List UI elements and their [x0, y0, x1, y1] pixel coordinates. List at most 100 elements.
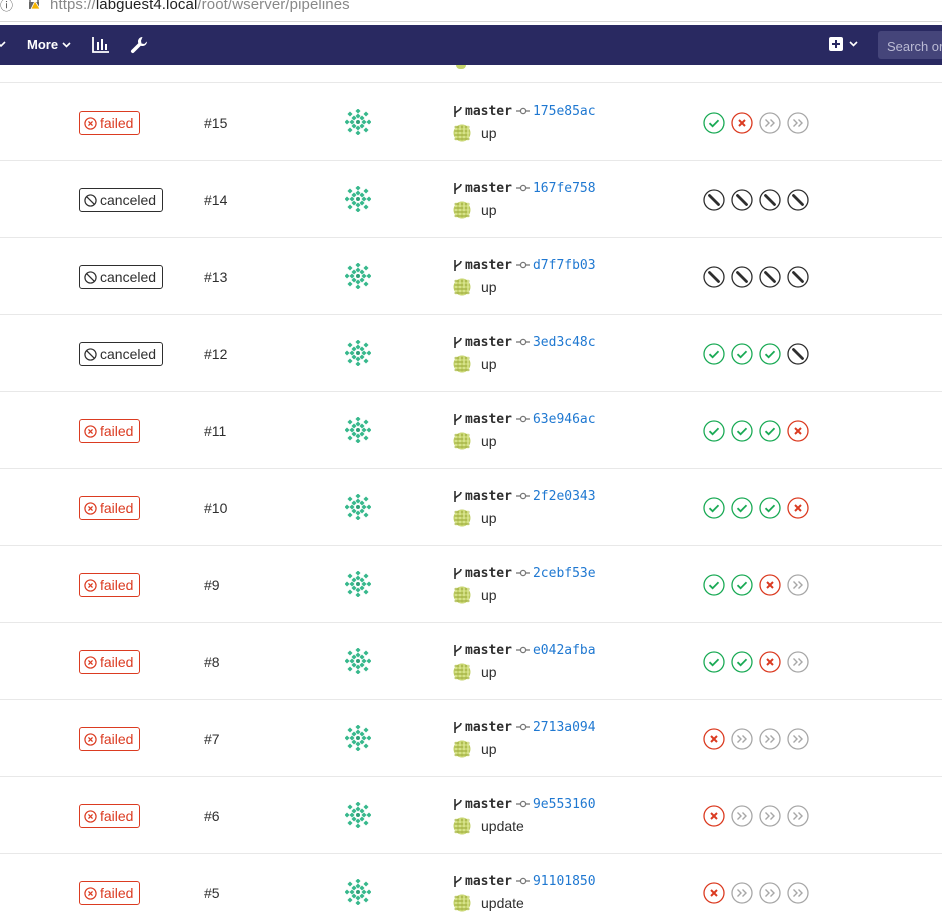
pipeline-id-link[interactable]: #11: [204, 423, 226, 439]
stage-success-icon[interactable]: [759, 420, 781, 442]
site-info-icon[interactable]: ⓘ: [0, 0, 13, 14]
pipeline-id-link[interactable]: #14: [204, 192, 227, 208]
triggerer-avatar[interactable]: [345, 340, 371, 366]
commit-author-avatar[interactable]: [453, 278, 471, 296]
commit-message-link[interactable]: up: [481, 510, 497, 526]
branch-name-link[interactable]: master: [465, 489, 512, 504]
stage-canceled-icon[interactable]: [787, 266, 809, 288]
stage-success-icon[interactable]: [731, 651, 753, 673]
commit-sha-link[interactable]: 3ed3c48c: [533, 335, 596, 350]
stage-failed-icon[interactable]: [703, 728, 725, 750]
commit-message-link[interactable]: update: [481, 895, 524, 911]
commit-author-avatar[interactable]: [453, 663, 471, 681]
commit-message-link[interactable]: up: [481, 433, 497, 449]
stage-skipped-icon[interactable]: [759, 728, 781, 750]
branch-name-link[interactable]: master: [465, 643, 512, 658]
pipeline-id-link[interactable]: #12: [204, 346, 227, 362]
branch-name-link[interactable]: master: [465, 566, 512, 581]
stage-canceled-icon[interactable]: [787, 343, 809, 365]
activity-chart-icon[interactable]: [92, 36, 110, 53]
stage-skipped-icon[interactable]: [787, 882, 809, 904]
triggerer-avatar[interactable]: [345, 186, 371, 212]
stage-skipped-icon[interactable]: [759, 805, 781, 827]
branch-name-link[interactable]: master: [465, 720, 512, 735]
stage-failed-icon[interactable]: [759, 574, 781, 596]
branch-name-link[interactable]: master: [465, 335, 512, 350]
chevron-down-icon[interactable]: [0, 38, 8, 50]
pipeline-id-link[interactable]: #13: [204, 269, 227, 285]
status-badge[interactable]: failed: [79, 804, 141, 828]
triggerer-avatar[interactable]: [345, 263, 371, 289]
commit-message-link[interactable]: up: [481, 125, 497, 141]
stage-success-icon[interactable]: [703, 112, 725, 134]
stage-skipped-icon[interactable]: [759, 882, 781, 904]
stage-success-icon[interactable]: [759, 497, 781, 519]
stage-canceled-icon[interactable]: [759, 266, 781, 288]
commit-message-link[interactable]: up: [481, 664, 497, 680]
more-menu-button[interactable]: More: [27, 37, 71, 52]
commit-sha-link[interactable]: 2cebf53e: [533, 566, 596, 581]
stage-canceled-icon[interactable]: [731, 189, 753, 211]
pipeline-id-link[interactable]: #7: [204, 731, 220, 747]
stage-canceled-icon[interactable]: [759, 189, 781, 211]
triggerer-avatar[interactable]: [345, 725, 371, 751]
triggerer-avatar[interactable]: [345, 109, 371, 135]
triggerer-avatar[interactable]: [345, 417, 371, 443]
stage-success-icon[interactable]: [703, 574, 725, 596]
stage-skipped-icon[interactable]: [787, 574, 809, 596]
stage-skipped-icon[interactable]: [787, 651, 809, 673]
status-badge[interactable]: failed: [79, 496, 141, 520]
stage-failed-icon[interactable]: [787, 497, 809, 519]
branch-name-link[interactable]: master: [465, 258, 512, 273]
commit-sha-link[interactable]: e042afba: [533, 643, 596, 658]
commit-sha-link[interactable]: 63e946ac: [533, 412, 596, 427]
pipeline-id-link[interactable]: #9: [204, 577, 220, 593]
status-badge[interactable]: canceled: [79, 342, 164, 366]
stage-canceled-icon[interactable]: [731, 266, 753, 288]
stage-failed-icon[interactable]: [787, 420, 809, 442]
search-input[interactable]: Search or jump to…: [878, 31, 942, 59]
stage-skipped-icon[interactable]: [787, 728, 809, 750]
pipeline-id-link[interactable]: #10: [204, 500, 227, 516]
commit-author-avatar[interactable]: [453, 817, 471, 835]
commit-author-avatar[interactable]: [453, 509, 471, 527]
stage-success-icon[interactable]: [731, 574, 753, 596]
stage-success-icon[interactable]: [703, 420, 725, 442]
status-badge[interactable]: failed: [79, 881, 141, 905]
status-badge[interactable]: failed: [79, 650, 141, 674]
triggerer-avatar[interactable]: [345, 648, 371, 674]
stage-success-icon[interactable]: [703, 497, 725, 519]
stage-skipped-icon[interactable]: [787, 112, 809, 134]
status-badge[interactable]: failed: [79, 419, 141, 443]
commit-author-avatar[interactable]: [453, 201, 471, 219]
commit-author-avatar[interactable]: [453, 355, 471, 373]
commit-author-avatar[interactable]: [453, 432, 471, 450]
stage-failed-icon[interactable]: [703, 882, 725, 904]
stage-success-icon[interactable]: [759, 343, 781, 365]
admin-wrench-icon[interactable]: [130, 36, 148, 54]
commit-sha-link[interactable]: 175e85ac: [533, 104, 596, 119]
commit-sha-link[interactable]: 167fe758: [533, 181, 596, 196]
commit-author-avatar[interactable]: [453, 894, 471, 912]
stage-failed-icon[interactable]: [731, 112, 753, 134]
stage-failed-icon[interactable]: [703, 805, 725, 827]
commit-message-link[interactable]: up: [481, 356, 497, 372]
commit-message-link[interactable]: up: [481, 279, 497, 295]
url-text[interactable]: https://labguest4.local/root/wserver/pip…: [50, 0, 350, 13]
commit-sha-link[interactable]: 9e553160: [533, 797, 596, 812]
address-bar[interactable]: ⓘ https://labguest4.local/root/wserver/p…: [0, 0, 942, 22]
status-badge[interactable]: failed: [79, 727, 141, 751]
pipeline-id-link[interactable]: #8: [204, 654, 220, 670]
stage-skipped-icon[interactable]: [759, 112, 781, 134]
stage-failed-icon[interactable]: [759, 651, 781, 673]
commit-message-link[interactable]: up: [481, 202, 497, 218]
commit-message-link[interactable]: up: [481, 587, 497, 603]
commit-sha-link[interactable]: 2f2e0343: [533, 489, 596, 504]
commit-sha-link[interactable]: 2713a094: [533, 720, 596, 735]
status-badge[interactable]: failed: [79, 573, 141, 597]
pipeline-id-link[interactable]: #5: [204, 885, 220, 901]
stage-success-icon[interactable]: [731, 420, 753, 442]
commit-message-link[interactable]: update: [481, 818, 524, 834]
branch-name-link[interactable]: master: [465, 797, 512, 812]
stage-skipped-icon[interactable]: [731, 805, 753, 827]
